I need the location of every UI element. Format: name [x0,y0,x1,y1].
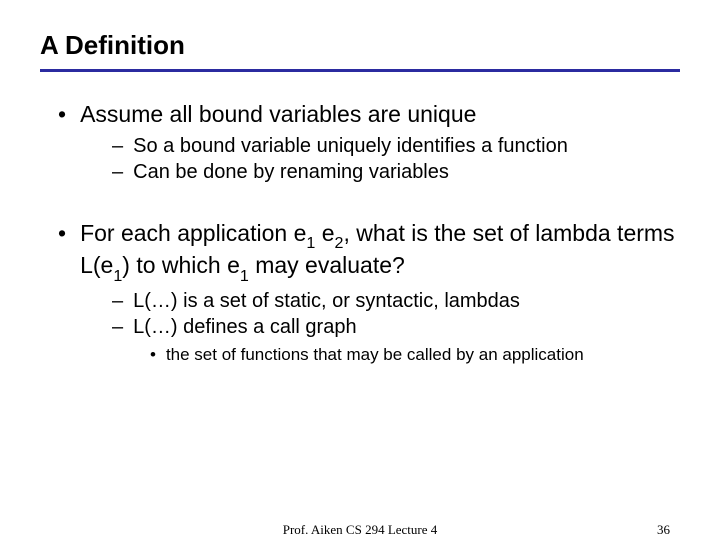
bullet-2: • For each application e1 e2, what is th… [58,219,680,284]
bullet-dot-icon: • [58,219,66,284]
dash-icon: – [112,159,123,185]
bullet-dot-icon: • [150,344,156,366]
bullet-dot-icon: • [58,100,66,129]
footer-page-number: 36 [657,522,670,538]
bullet-2-sub-1-text: L(…) is a set of static, or syntactic, l… [133,288,520,314]
bullet-1-sub-1: – So a bound variable uniquely identifie… [112,133,680,159]
bullet-2-sub-2-sub-1: • the set of functions that may be calle… [150,344,680,366]
title-underline [40,69,680,72]
bullet-1: • Assume all bound variables are unique [58,100,680,129]
slide-title: A Definition [40,30,680,61]
bullet-1-sub-2-text: Can be done by renaming variables [133,159,449,185]
bullet-2-text: For each application e1 e2, what is the … [80,219,680,284]
footer-center-text: Prof. Aiken CS 294 Lecture 4 [283,522,438,538]
bullet-2-sub-2: – L(…) defines a call graph [112,314,680,340]
bullet-2-sub-2-sub-1-text: the set of functions that may be called … [166,344,584,366]
bullet-1-text: Assume all bound variables are unique [80,100,476,129]
dash-icon: – [112,288,123,314]
bullet-2-sub-1: – L(…) is a set of static, or syntactic,… [112,288,680,314]
bullet-1-sub-2: – Can be done by renaming variables [112,159,680,185]
bullet-1-sub-1-text: So a bound variable uniquely identifies … [133,133,568,159]
dash-icon: – [112,133,123,159]
dash-icon: – [112,314,123,340]
bullet-2-sub-2-text: L(…) defines a call graph [133,314,356,340]
